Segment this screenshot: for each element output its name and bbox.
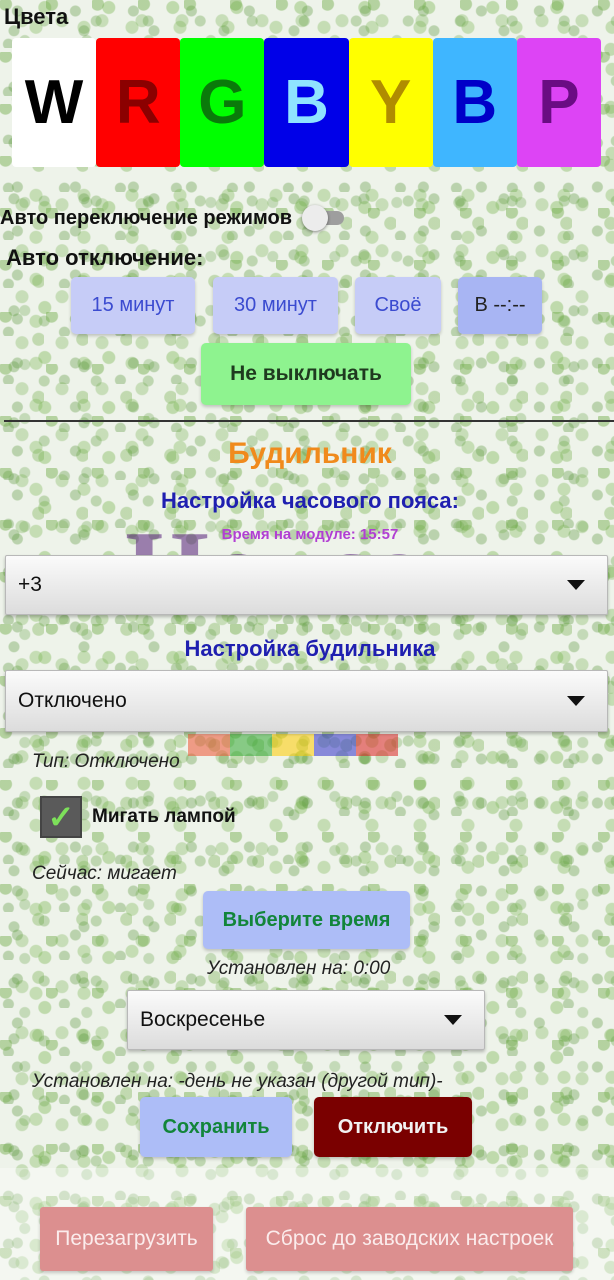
dropdown-arrow-icon — [444, 1015, 462, 1025]
color-button-white[interactable]: W — [12, 38, 97, 167]
color-button-letter: B — [284, 68, 329, 137]
color-button-letter: P — [538, 68, 580, 137]
alarm-type-text: Тип: Отключено — [32, 751, 180, 772]
color-button-yellow[interactable]: Y — [348, 38, 433, 167]
never-off-button[interactable]: Не выключать — [201, 343, 411, 405]
timezone-dropdown[interactable]: +3 — [5, 555, 608, 615]
timezone-dropdown-value: +3 — [18, 573, 42, 596]
timer-at-time-button[interactable]: В --:-- — [458, 277, 542, 334]
save-button[interactable]: Сохранить — [140, 1097, 292, 1157]
color-button-letter: G — [198, 68, 247, 137]
color-button-blue[interactable]: B — [264, 38, 349, 167]
toggle-thumb[interactable] — [301, 205, 328, 231]
blink-lamp-checkbox[interactable]: ✓ — [40, 796, 82, 838]
day-dropdown-value: Воскресенье — [140, 1008, 266, 1031]
timer-15-button[interactable]: 15 минут — [71, 277, 195, 334]
color-button-green[interactable]: G — [180, 38, 265, 167]
disable-alarm-button[interactable]: Отключить — [314, 1097, 472, 1157]
color-button-purple[interactable]: P — [516, 38, 601, 167]
select-time-button[interactable]: Выберите время — [203, 891, 410, 949]
auto-mode-toggle[interactable] — [298, 203, 348, 233]
reboot-button[interactable]: Перезагрузить — [40, 1207, 213, 1271]
auto-off-title: Авто отключение: — [6, 245, 204, 270]
blink-lamp-label: Мигать лампой — [92, 806, 236, 827]
color-buttons-row: W R G B Y B P — [12, 38, 601, 167]
color-button-letter: B — [452, 68, 498, 137]
set-day-text: Установлен на: -день не указан (другой т… — [32, 1071, 443, 1092]
dropdown-arrow-icon — [567, 580, 585, 590]
alarm-mode-dropdown-value: Отключено — [18, 689, 127, 712]
watermark-color-blocks — [188, 734, 398, 756]
main-screen: House Цвета W R G B Y B P Авто переключе… — [0, 0, 614, 1280]
color-button-red[interactable]: R — [96, 38, 181, 167]
auto-mode-switch-label: Авто переключение режимов — [0, 206, 292, 229]
timer-custom-button[interactable]: Своё — [355, 277, 441, 334]
color-button-light-blue[interactable]: B — [432, 38, 517, 167]
checkmark-icon: ✓ — [47, 799, 75, 835]
section-divider — [4, 420, 614, 422]
alarm-mode-dropdown[interactable]: Отключено — [5, 670, 608, 732]
dropdown-arrow-icon — [567, 696, 585, 706]
alarm-config-title: Настройка будильника — [184, 636, 436, 661]
day-dropdown[interactable]: Воскресенье — [127, 990, 485, 1050]
set-time-text: Установлен на: 0:00 — [207, 958, 391, 979]
colors-title: Цвета — [4, 4, 69, 29]
auto-mode-switch-row: Авто переключение режимов — [0, 203, 348, 233]
current-state-text: Сейчас: мигает — [32, 863, 177, 884]
module-time-label: Время на модуле: 15:57 — [221, 526, 399, 543]
timer-30-button[interactable]: 30 минут — [213, 277, 338, 334]
color-button-letter: R — [115, 68, 161, 137]
color-button-letter: Y — [369, 68, 412, 137]
color-button-letter: W — [24, 68, 84, 137]
alarm-title: Будильник — [228, 437, 392, 470]
factory-reset-button[interactable]: Сброс до заводских настроек — [246, 1207, 573, 1271]
timezone-title: Настройка часового пояса: — [160, 488, 459, 513]
